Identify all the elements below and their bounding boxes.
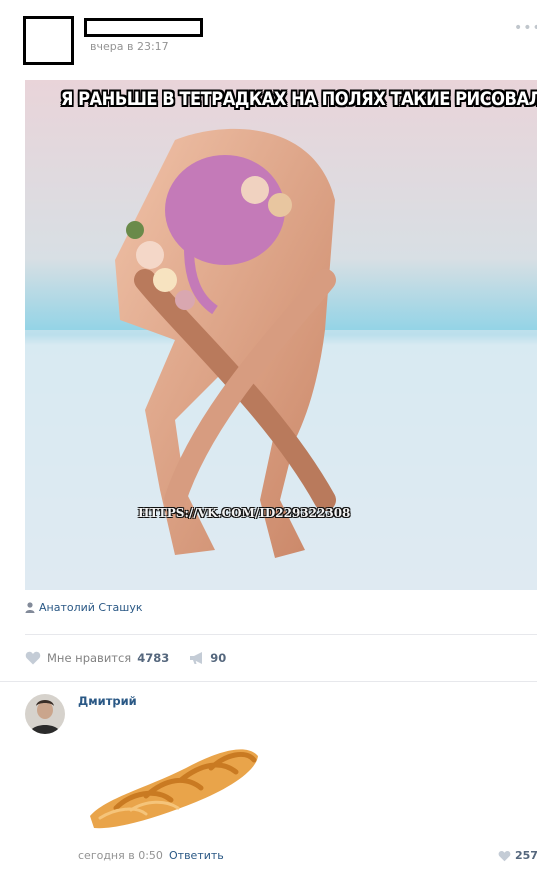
comment-author[interactable]: Дмитрий [78, 694, 137, 708]
post-author-avatar-redacted[interactable] [23, 16, 74, 65]
megaphone-icon [190, 652, 203, 664]
like-label: Мне нравится [47, 651, 132, 665]
heart-icon [25, 651, 41, 665]
reply-button[interactable]: Ответить [169, 849, 224, 862]
user-icon [25, 601, 35, 613]
heart-icon [498, 850, 511, 861]
like-button[interactable]: Мне нравится 4783 [25, 651, 169, 665]
divider [0, 681, 537, 682]
post-author-name-redacted[interactable] [84, 18, 203, 37]
ellipsis-icon[interactable]: ••• [514, 21, 537, 35]
divider [25, 634, 537, 635]
comment-sticker-image [86, 738, 262, 830]
photo-watermark: HTTPS://VK.COM/ID229322308 [138, 506, 351, 520]
comment-time[interactable]: сегодня в 0:50 [78, 849, 163, 862]
photo-caption: Я РАНЬШЕ В ТЕТРАДКАХ НА ПОЛЯХ ТАКИЕ РИСО… [60, 88, 537, 110]
post-time[interactable]: вчера в 23:17 [90, 40, 169, 53]
comment-like-button[interactable]: 257 [498, 849, 537, 862]
post-signature[interactable]: Анатолий Сташук [25, 600, 142, 614]
share-button[interactable]: 90 [189, 651, 226, 665]
post-actions: Мне нравится 4783 90 [25, 650, 226, 666]
signature-name: Анатолий Сташук [39, 600, 143, 614]
share-count: 90 [210, 651, 227, 665]
comment-avatar[interactable] [25, 694, 65, 734]
comment-like-count: 257 [515, 849, 537, 862]
like-count: 4783 [137, 651, 170, 665]
